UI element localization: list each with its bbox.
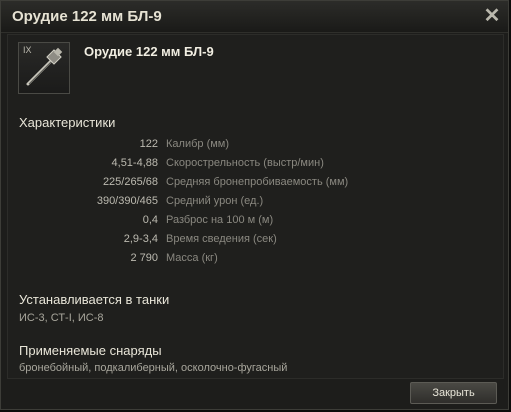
installed-in-value: ИС-3, СТ-I, ИС-8	[19, 312, 104, 324]
spec-row-aim-time: 2,9-3,4 Время сведения (сек)	[8, 231, 503, 250]
spec-value: 390/390/465	[96, 195, 158, 207]
close-button[interactable]: Закрыть	[410, 382, 497, 404]
title-bar: Орудие 122 мм БЛ-9 ✕	[1, 1, 508, 33]
spec-row-damage: 390/390/465 Средний урон (ед.)	[8, 193, 503, 212]
characteristics-list: 122 Калибр (мм) 4,51-4,88 Скорострельнос…	[8, 136, 503, 269]
module-icon-frame: IX	[18, 42, 70, 94]
content-panel: IX Орудие 122 мм БЛ-9 Характеристики 122…	[7, 34, 504, 379]
module-info-window: Орудие 122 мм БЛ-9 ✕ IX Орудие 122 мм БЛ…	[0, 0, 509, 410]
spec-row-rate-of-fire: 4,51-4,88 Скорострельность (выстр/мин)	[8, 155, 503, 174]
spec-label: Средний урон (ед.)	[166, 195, 264, 207]
spec-row-penetration: 225/265/68 Средняя бронепробиваемость (м…	[8, 174, 503, 193]
spec-row-weight: 2 790 Масса (кг)	[8, 250, 503, 269]
spec-label: Скорострельность (выстр/мин)	[166, 157, 324, 169]
window-title: Орудие 122 мм БЛ-9	[12, 8, 162, 25]
shells-title: Применяемые снаряды	[19, 343, 162, 358]
spec-label: Калибр (мм)	[166, 138, 230, 150]
spec-label: Разброс на 100 м (м)	[166, 214, 274, 226]
spec-label: Время сведения (сек)	[166, 233, 277, 245]
spec-value: 0,4	[142, 214, 158, 226]
spec-label: Средняя бронепробиваемость (мм)	[166, 176, 349, 188]
characteristics-title: Характеристики	[19, 115, 116, 130]
spec-value: 4,51-4,88	[111, 157, 158, 169]
installed-in-title: Устанавливается в танки	[19, 292, 170, 307]
shells-value: бронебойный, подкалиберный, осколочно-фу…	[19, 362, 288, 374]
gun-icon	[26, 47, 63, 86]
spec-label: Масса (кг)	[166, 252, 218, 264]
spec-value: 225/265/68	[102, 176, 158, 188]
spec-row-dispersion: 0,4 Разброс на 100 м (м)	[8, 212, 503, 231]
spec-value: 2 790	[130, 252, 158, 264]
spec-row-caliber: 122 Калибр (мм)	[8, 136, 503, 155]
spec-value: 2,9-3,4	[123, 233, 158, 245]
module-name: Орудие 122 мм БЛ-9	[84, 44, 214, 59]
spec-value: 122	[139, 138, 158, 150]
footer: Закрыть	[1, 379, 508, 409]
close-icon[interactable]: ✕	[482, 6, 502, 26]
